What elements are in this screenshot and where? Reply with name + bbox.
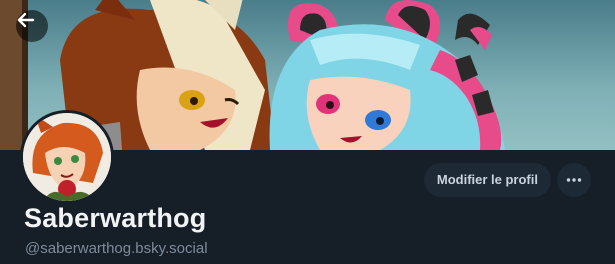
ellipsis-icon <box>566 178 582 182</box>
profile-handle: @saberwarthog.bsky.social <box>25 240 208 257</box>
avatar-image <box>23 113 111 201</box>
profile-actions: Modifier le profil <box>423 163 591 197</box>
more-options-button[interactable] <box>557 163 591 197</box>
arrow-left-icon <box>17 12 35 28</box>
edit-profile-button[interactable]: Modifier le profil <box>423 163 551 197</box>
back-button[interactable] <box>16 10 48 42</box>
display-name: Saberwarthog <box>24 203 207 233</box>
avatar[interactable] <box>20 110 114 204</box>
